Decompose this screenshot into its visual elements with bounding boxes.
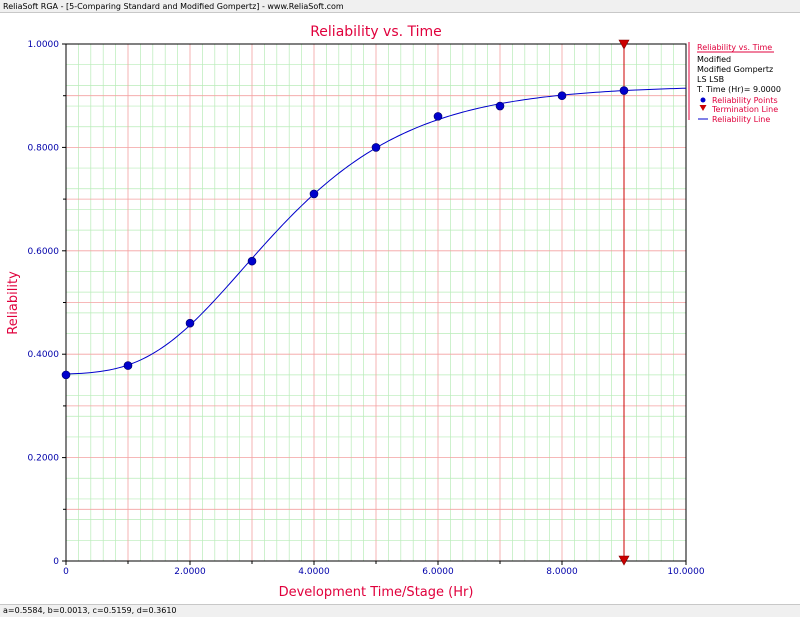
- y-tick-label: 0.4000: [28, 350, 60, 360]
- reliability-chart[interactable]: 0 2.0000 4.0000 6.0000 8.0000 10.0000 0 0.2000 0…: [0, 14, 800, 604]
- reliability-points-icon: [700, 97, 706, 103]
- x-tick-label: 10.0000: [667, 567, 704, 577]
- y-tick-label: 1.0000: [28, 40, 60, 50]
- reliability-point[interactable]: [371, 143, 381, 152]
- reliability-point[interactable]: [185, 318, 195, 328]
- legend-line-3: LS LSB: [697, 75, 724, 84]
- legend-item-termination-line: Termination Line: [711, 105, 778, 114]
- y-axis-label: Reliability: [6, 271, 21, 335]
- y-tick-label: 0.2000: [28, 454, 60, 464]
- reliability-point[interactable]: [61, 370, 71, 380]
- legend-line-1: Modified: [697, 55, 731, 64]
- legend-line-2: Modified Gompertz: [697, 65, 773, 74]
- legend-line-4: T. Time (Hr)= 9.0000: [696, 85, 781, 94]
- reliability-point[interactable]: [247, 256, 257, 266]
- legend-title: Reliability vs. Time: [697, 43, 772, 52]
- x-tick-label: 6.0000: [422, 567, 454, 577]
- reliability-point[interactable]: [433, 112, 443, 121]
- reliability-point[interactable]: [495, 101, 505, 111]
- chart-title: Reliability vs. Time: [310, 24, 442, 40]
- reliability-point[interactable]: [619, 86, 629, 95]
- termination-line-icon: [699, 105, 707, 111]
- axes: 0 2.0000 4.0000 6.0000 8.0000 10.0000 0 0.2000 0…: [28, 40, 705, 577]
- y-tick-label: 0.8000: [28, 143, 60, 153]
- chart-area[interactable]: 0 2.0000 4.0000 6.0000 8.0000 10.0000 0 0.2000 0…: [0, 14, 800, 604]
- status-bar: a=0.5584, b=0.0013, c=0.5159, d=0.3610: [0, 604, 800, 617]
- y-tick-label: 0.6000: [28, 247, 60, 257]
- y-tick-label: 0: [53, 557, 59, 567]
- reliability-point[interactable]: [123, 361, 133, 370]
- window-title: ReliaSoft RGA - [5-Comparing Standard an…: [0, 0, 800, 13]
- reliability-point[interactable]: [557, 91, 567, 100]
- legend-item-reliability-points: Reliability Points: [712, 96, 778, 105]
- x-axis-label: Development Time/Stage (Hr): [279, 585, 474, 600]
- x-tick-label: 0: [63, 567, 69, 577]
- grid: [66, 44, 686, 561]
- x-tick-label: 4.0000: [298, 567, 330, 577]
- legend[interactable]: Reliability vs. Time Modified Modified G…: [688, 42, 781, 124]
- reliability-point[interactable]: [309, 189, 319, 199]
- legend-item-reliability-line: Reliability Line: [712, 115, 770, 124]
- x-tick-label: 2.0000: [174, 567, 206, 577]
- x-tick-label: 8.0000: [546, 567, 578, 577]
